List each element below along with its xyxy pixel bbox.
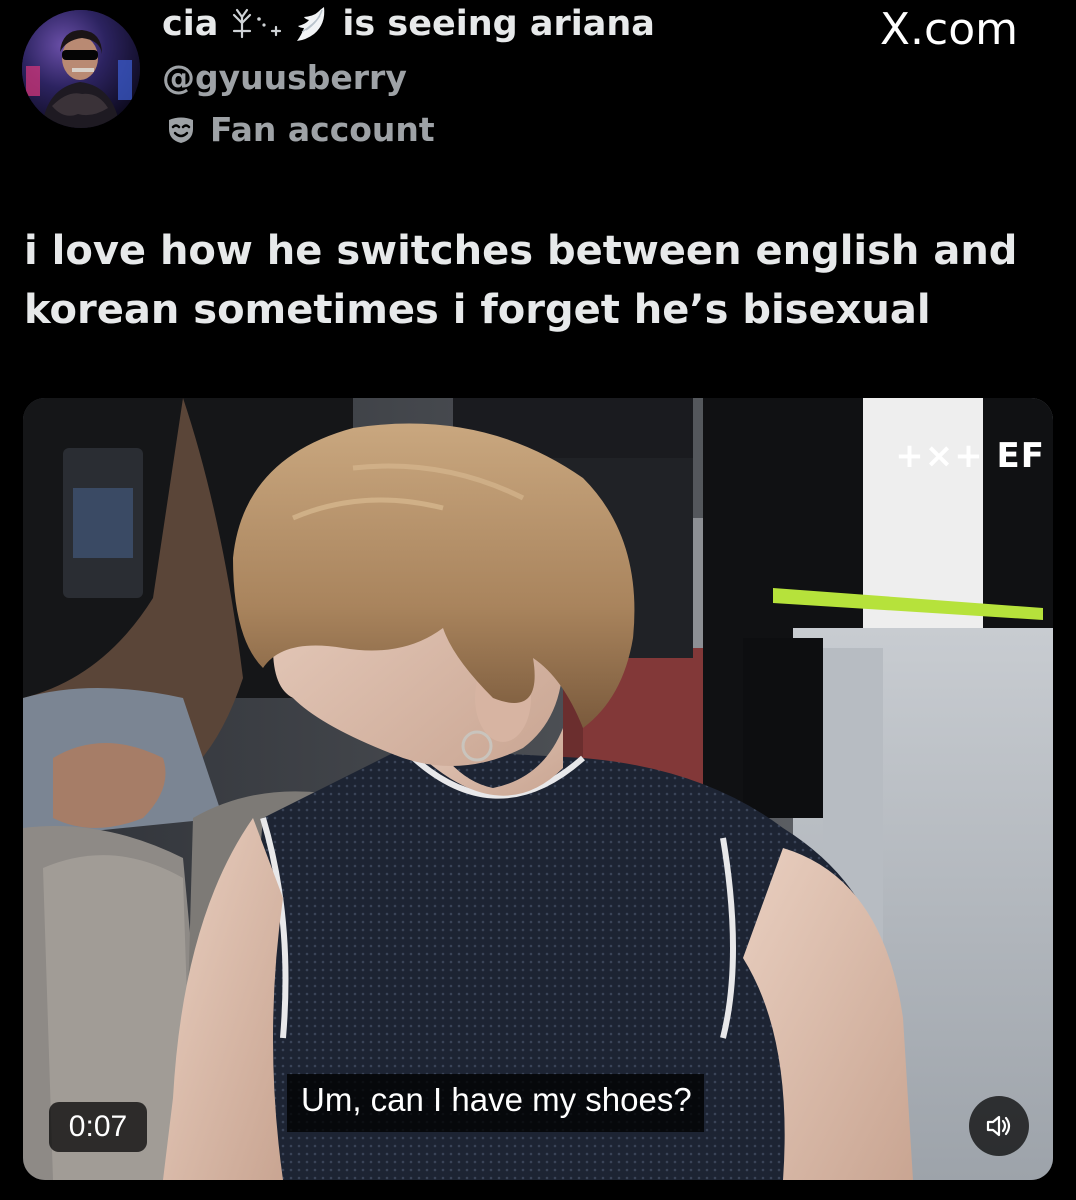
video-timestamp: 0:07 [49, 1102, 147, 1152]
speaker-muted-icon [986, 1115, 1011, 1137]
video-subtitle: Um, can I have my shoes? [287, 1074, 704, 1132]
user-handle[interactable]: @gyuusberry [162, 58, 407, 97]
video-player[interactable]: +×+ EF Um, can I have my shoes? 0:07 [23, 398, 1053, 1180]
display-name[interactable]: cia [162, 4, 218, 44]
avatar[interactable] [22, 10, 140, 128]
site-label: X.com [879, 4, 1018, 55]
mask-icon [169, 117, 193, 143]
fan-account-badge: Fan account [166, 110, 435, 149]
mute-button[interactable] [969, 1096, 1029, 1156]
display-name-row[interactable]: cia is seeing ariana [162, 4, 655, 44]
avatar-image [22, 10, 140, 128]
video-frame [23, 398, 1053, 1180]
video-watermark: +×+ EF [895, 436, 1045, 476]
angel-wing-icon [297, 7, 325, 41]
sparkle-tree-emoji-icon [230, 4, 330, 44]
tweet-text: i love how he switches between english a… [24, 228, 1018, 333]
badge-label: Fan account [210, 110, 435, 149]
status-text: is seeing ariana [342, 4, 655, 44]
